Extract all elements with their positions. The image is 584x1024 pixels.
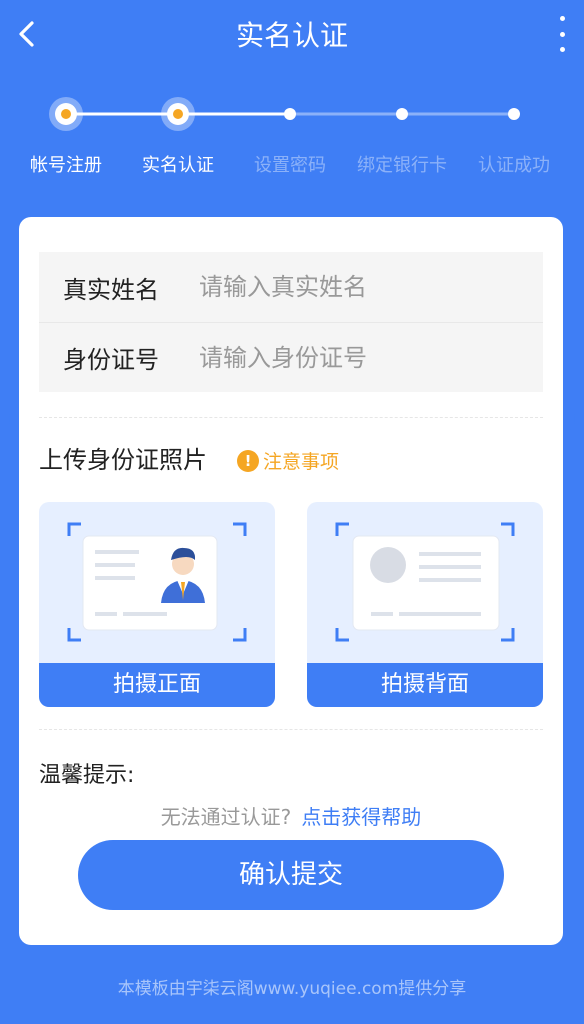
help-line: 无法通过认证? 点击获得帮助 [19, 801, 563, 830]
name-label: 真实姓名 [63, 275, 159, 304]
page-title: 实名认证 [235, 19, 348, 52]
identity-form: 真实姓名 身份证号 [39, 252, 543, 392]
help-link[interactable]: 点击获得帮助 [301, 805, 421, 829]
notice-link[interactable]: ! 注意事项 [237, 447, 339, 474]
name-input[interactable] [199, 273, 543, 301]
shoot-front-button[interactable]: 拍摄正面 [39, 663, 275, 707]
divider [39, 417, 543, 418]
upload-title: 上传身份证照片 [39, 446, 207, 474]
step-dot-3 [284, 108, 296, 120]
step-track [49, 97, 520, 131]
id-back-upload[interactable]: 拍摄背面 [307, 502, 543, 707]
warning-icon: ! [237, 449, 259, 472]
tips-title: 温馨提示: [39, 763, 135, 788]
submit-button[interactable]: 确认提交 [78, 840, 504, 910]
name-row: 真实姓名 [39, 252, 543, 322]
progress-steps: 帐号注册 实名认证 设置密码 绑定银行卡 认证成功 [0, 88, 584, 188]
step-dot-2 [161, 97, 195, 131]
help-question: 无法通过认证? [160, 805, 292, 829]
step-label-account: 帐号注册 [30, 155, 102, 176]
step-label-realname: 实名认证 [142, 155, 214, 176]
notice-label: 注意事项 [263, 451, 340, 473]
id-front-illustration [67, 522, 247, 642]
step-dot-1 [49, 97, 83, 131]
divider [39, 729, 543, 730]
step-dot-5 [508, 108, 520, 120]
step-label-bankcard: 绑定银行卡 [357, 155, 447, 176]
step-label-password: 设置密码 [254, 155, 326, 176]
step-dot-4 [396, 108, 408, 120]
id-row: 身份证号 [39, 322, 543, 392]
verification-card: 真实姓名 身份证号 上传身份证照片 ! 注意事项 [19, 217, 563, 945]
id-front-upload[interactable]: 拍摄正面 [39, 502, 275, 707]
more-vertical-icon[interactable] [552, 16, 572, 52]
id-back-illustration [335, 522, 515, 642]
id-number-input[interactable] [199, 343, 543, 372]
id-label: 身份证号 [63, 346, 159, 374]
footer-credit: 本模板由宇柒云阁www.yuqiee.com提供分享 [117, 979, 467, 999]
step-label-success: 认证成功 [478, 155, 550, 176]
top-nav-bar: 实名认证 [0, 0, 584, 72]
shoot-back-button[interactable]: 拍摄背面 [307, 663, 543, 707]
